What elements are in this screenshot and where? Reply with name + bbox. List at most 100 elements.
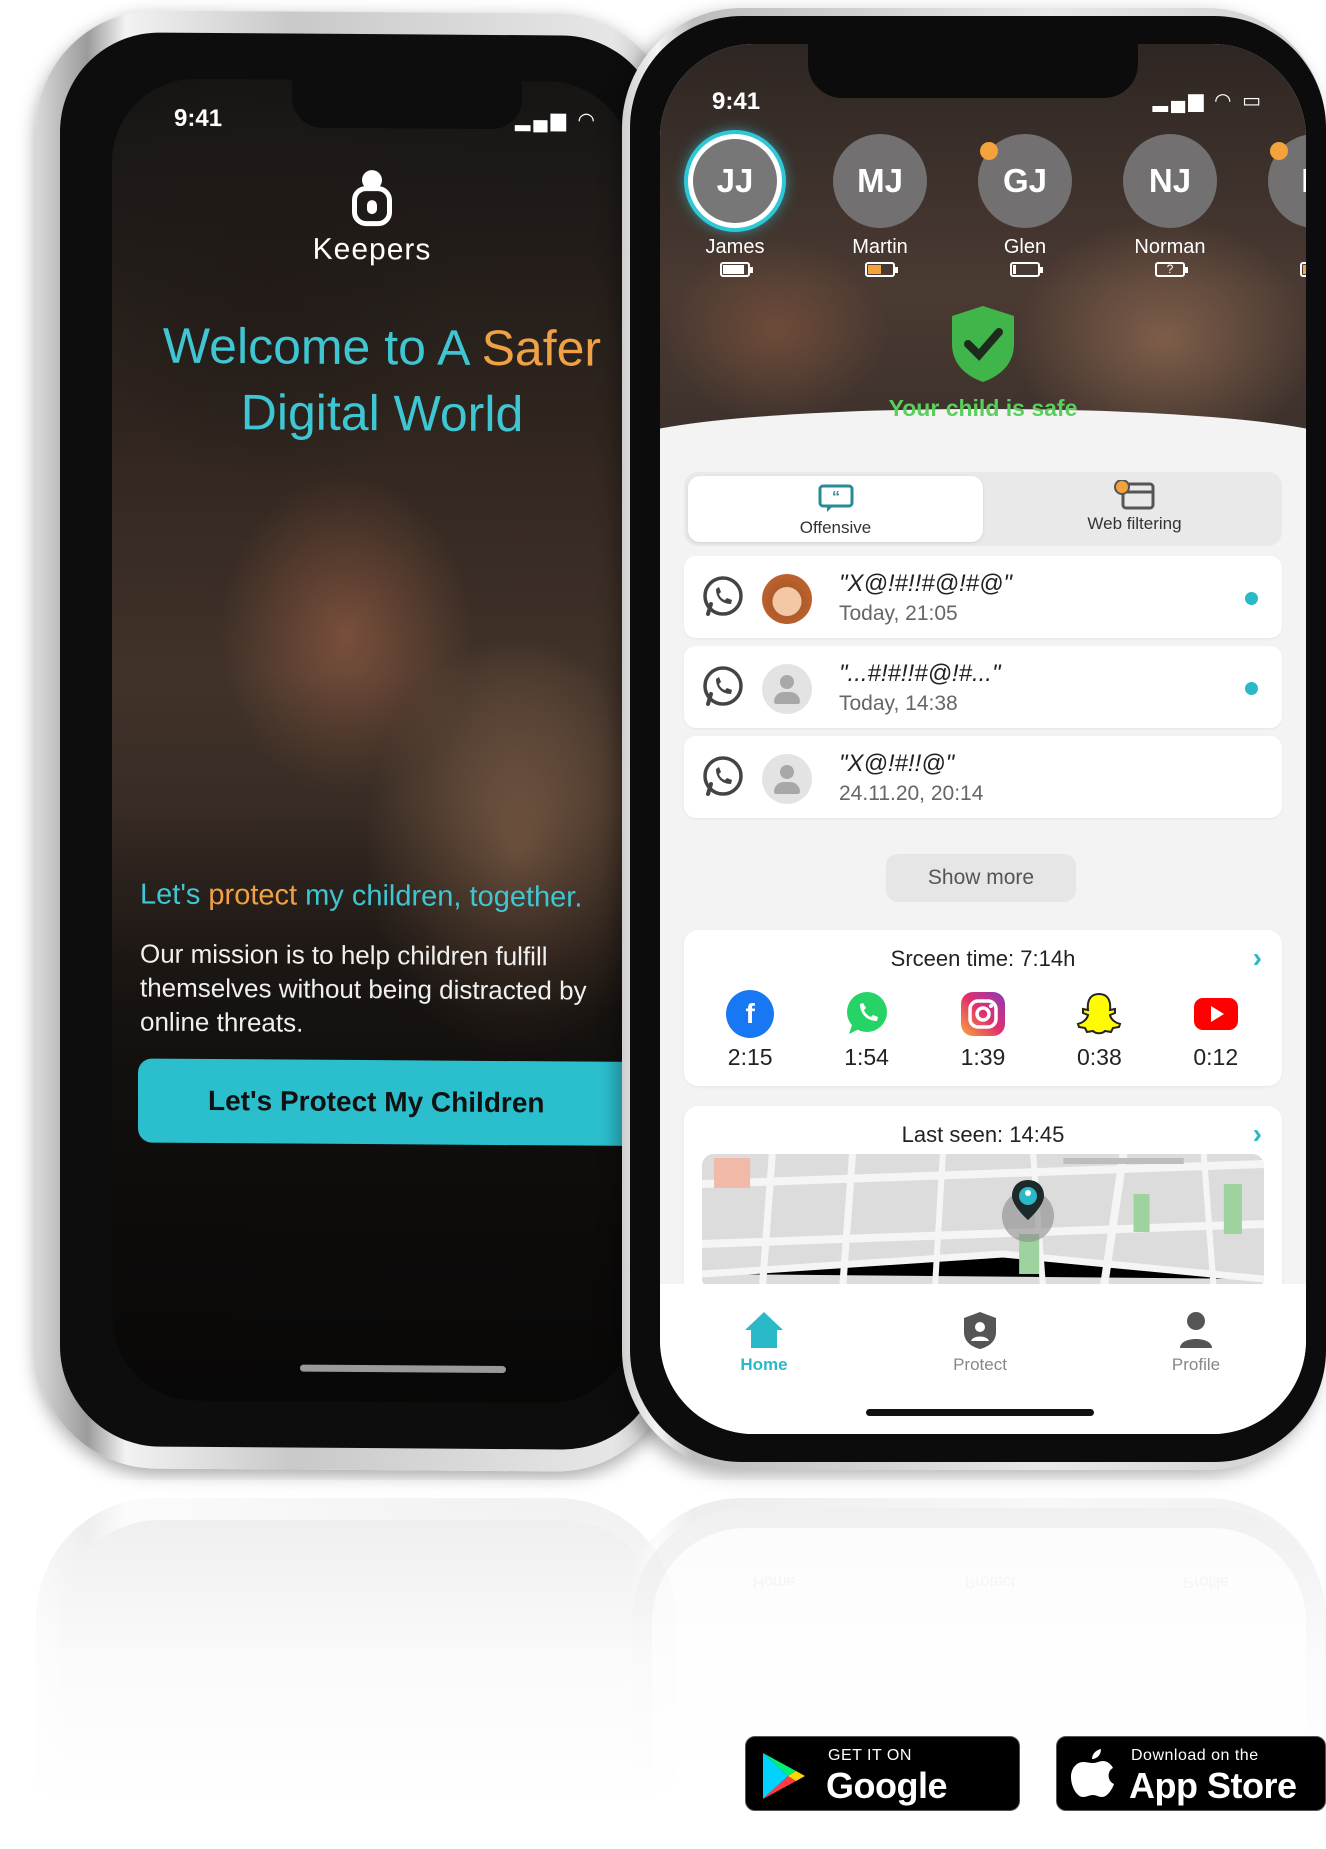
alert-dot bbox=[980, 142, 998, 160]
svg-text:“: “ bbox=[832, 489, 840, 506]
children-selector: JJ James MJ Martin GJ Glen NJ Norman ? bbox=[680, 134, 1306, 314]
alert-dot bbox=[1270, 142, 1288, 160]
apple-icon bbox=[1071, 1749, 1114, 1797]
signal-wifi-battery-icon: ▂▄▆ ◠ bbox=[515, 109, 598, 132]
safe-status: Your child is safe bbox=[660, 304, 1306, 422]
home-indicator[interactable] bbox=[866, 1409, 1094, 1416]
show-more-button[interactable]: Show more bbox=[886, 854, 1076, 902]
tab-web-filtering[interactable]: Web filtering bbox=[987, 472, 1282, 546]
reflected-nav-profile: Profile bbox=[1183, 1573, 1229, 1590]
child-name: Martin bbox=[852, 236, 908, 258]
tagline-accent: protect bbox=[208, 878, 298, 912]
location-map[interactable] bbox=[702, 1154, 1264, 1290]
app-usage-whatsapp[interactable]: 1:54 bbox=[822, 990, 912, 1071]
person-placeholder-icon bbox=[762, 664, 812, 714]
nav-label: Home bbox=[740, 1355, 788, 1374]
app-time: 1:54 bbox=[844, 1044, 889, 1070]
app-usage-snapchat[interactable]: 0:38 bbox=[1054, 990, 1144, 1071]
message-text: "...#!#!!#@!#..." bbox=[839, 660, 1001, 687]
battery-icon: ? bbox=[1155, 262, 1188, 277]
left-phone-reflection bbox=[36, 1498, 676, 1811]
message-text: "X@!#!!@" bbox=[839, 750, 955, 777]
child-partial[interactable]: M G bbox=[1260, 134, 1306, 282]
tab-label: Web filtering bbox=[1087, 514, 1182, 533]
message-time: 24.11.20, 20:14 bbox=[839, 782, 984, 805]
child-avatar[interactable]: NJ bbox=[1123, 134, 1217, 228]
message-time: Today, 21:05 bbox=[839, 602, 958, 625]
screen-time-title: Srceen time: 7:14h bbox=[890, 946, 1076, 971]
shield-icon bbox=[964, 1312, 996, 1349]
app-usage-youtube[interactable]: 0:12 bbox=[1171, 990, 1261, 1071]
shield-check-icon bbox=[952, 306, 1014, 382]
status-time: 9:41 bbox=[174, 104, 223, 133]
unread-dot bbox=[1245, 682, 1258, 695]
facebook-icon: f bbox=[726, 990, 775, 1038]
child-avatar[interactable]: JJ bbox=[688, 134, 782, 228]
app-usage-instagram[interactable]: 1:39 bbox=[938, 990, 1028, 1071]
message-row[interactable]: "...#!#!!#@!#..." Today, 14:38 bbox=[684, 646, 1282, 728]
tab-offensive[interactable]: “ Offensive bbox=[688, 476, 983, 542]
child-initials: GJ bbox=[1002, 162, 1048, 199]
instagram-icon bbox=[960, 992, 1005, 1036]
child-avatar[interactable]: MJ bbox=[833, 134, 927, 228]
left-phone-bezel: 9:41 ▂▄▆ ◠ Keepers Welcome to A Safer Di… bbox=[60, 31, 662, 1451]
browser-window-icon bbox=[1113, 480, 1154, 510]
message-time: Today, 14:38 bbox=[839, 692, 958, 715]
nav-home[interactable]: Home bbox=[704, 1310, 824, 1375]
status-bar: 9:41 ▂▄▆ ◠ bbox=[174, 105, 598, 136]
status-time: 9:41 bbox=[712, 88, 761, 115]
whatsapp-icon bbox=[846, 992, 887, 1034]
nav-profile[interactable]: Profile bbox=[1136, 1310, 1256, 1375]
battery-icon bbox=[865, 262, 898, 277]
tagline-part1: Let's bbox=[140, 878, 209, 911]
app-time: 0:12 bbox=[1193, 1044, 1239, 1070]
screen-time-card[interactable]: Srceen time: 7:14h › f 2:15 1:54 1:39 0:… bbox=[684, 930, 1282, 1086]
welcome-screen: 9:41 ▂▄▆ ◠ Keepers Welcome to A Safer Di… bbox=[112, 78, 632, 1404]
child-name: Glen bbox=[1003, 236, 1047, 258]
child-initials: M bbox=[1301, 162, 1306, 200]
right-phone: 9:41 ▂▄▆ ◠ ▭ JJ James MJ Martin GJ Glen … bbox=[622, 8, 1326, 1470]
child-james[interactable]: JJ James bbox=[680, 134, 790, 282]
whatsapp-icon bbox=[703, 576, 743, 616]
nav-label: Profile bbox=[1171, 1355, 1221, 1374]
child-avatar[interactable]: GJ bbox=[978, 134, 1072, 228]
welcome-accent: Safer bbox=[481, 319, 602, 377]
protect-children-button[interactable]: Let's Protect My Children bbox=[138, 1058, 632, 1147]
message-row[interactable]: "X@!#!!@" 24.11.20, 20:14 bbox=[684, 736, 1282, 818]
home-indicator[interactable] bbox=[300, 1364, 506, 1374]
whatsapp-icon bbox=[703, 666, 743, 706]
brand-name: Keepers bbox=[312, 232, 432, 267]
app-usage-facebook[interactable]: f 2:15 bbox=[705, 990, 795, 1071]
child-glen[interactable]: GJ Glen bbox=[970, 134, 1080, 282]
keepers-lock-icon bbox=[350, 170, 394, 227]
welcome-line2: Digital World bbox=[240, 384, 524, 443]
nav-protect[interactable]: Protect bbox=[920, 1310, 1040, 1375]
welcome-content: Keepers Welcome to A Safer Digital World… bbox=[112, 78, 632, 1404]
child-avatar[interactable]: M bbox=[1268, 134, 1306, 228]
location-pin-icon[interactable] bbox=[998, 1176, 1058, 1242]
right-phone-bezel: 9:41 ▂▄▆ ◠ ▭ JJ James MJ Martin GJ Glen … bbox=[630, 16, 1326, 1462]
google-play-badge[interactable]: GET IT ON Google Play bbox=[745, 1736, 1020, 1848]
reflected-nav-home: Home bbox=[752, 1573, 796, 1590]
app-store-badge[interactable]: Download on the App Store bbox=[1056, 1736, 1326, 1811]
child-name: James bbox=[705, 236, 765, 258]
home-icon bbox=[745, 1312, 783, 1348]
app-store-small-text: Download on the bbox=[1131, 1747, 1259, 1764]
location-card[interactable]: Last seen: 14:45 › bbox=[684, 1106, 1282, 1306]
battery-icon bbox=[720, 262, 753, 277]
whatsapp-icon bbox=[703, 756, 743, 796]
child-norman[interactable]: NJ Norman ? bbox=[1115, 134, 1225, 278]
status-bar: 9:41 ▂▄▆ ◠ ▭ bbox=[712, 88, 1264, 116]
chevron-right-icon[interactable]: › bbox=[1253, 1118, 1262, 1150]
battery-icon bbox=[1300, 262, 1306, 277]
person-placeholder-icon bbox=[762, 754, 812, 804]
message-row[interactable]: "X@!#!!#@!#@" Today, 21:05 bbox=[684, 556, 1282, 638]
child-martin[interactable]: MJ Martin bbox=[825, 134, 935, 282]
left-phone: 9:41 ▂▄▆ ◠ Keepers Welcome to A Safer Di… bbox=[36, 9, 676, 1473]
tagline: Let's protect my children, together. bbox=[140, 878, 582, 914]
child-name: Norman bbox=[1134, 236, 1206, 258]
chevron-right-icon[interactable]: › bbox=[1253, 942, 1262, 974]
google-play-icon bbox=[763, 1753, 805, 1799]
mission-text: Our mission is to help children fulfill … bbox=[140, 938, 587, 1038]
dashboard-screen: 9:41 ▂▄▆ ◠ ▭ JJ James MJ Martin GJ Glen … bbox=[660, 44, 1306, 1434]
